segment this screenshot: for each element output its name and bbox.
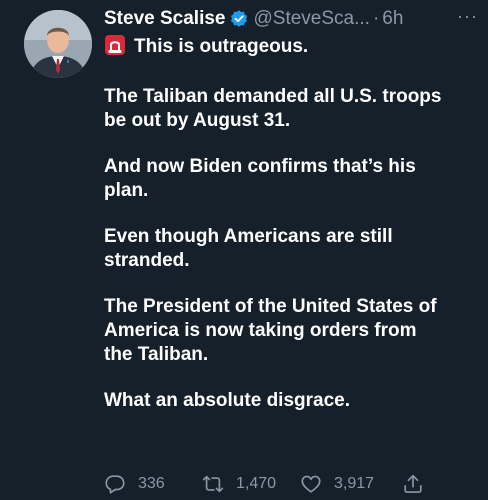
reply-count: 336 [138, 475, 165, 492]
tweet-paragraph: The President of the United States of Am… [104, 295, 480, 367]
more-options-button[interactable]: ··· [457, 6, 478, 27]
display-name[interactable]: Steve Scalise [104, 8, 225, 30]
tweet-line: Even though Americans are still [104, 226, 393, 247]
retweet-icon [202, 475, 224, 493]
tweet-header: Steve Scalise @SteveSca... · 6h ··· [104, 6, 480, 32]
tweet-first-line: This is outrageous. [104, 34, 480, 59]
tweet-line: plan. [104, 180, 149, 201]
user-handle[interactable]: @SteveSca... [253, 8, 369, 30]
tweet-text: This is outrageous. The Taliban demanded… [104, 34, 480, 435]
tweet-paragraph: Even though Americans are still stranded… [104, 225, 480, 273]
tweet-line: the Taliban. [104, 344, 209, 365]
tweet-line: What an absolute disgrace. [104, 390, 350, 411]
tweet-line: America is now taking orders from [104, 320, 417, 341]
retweet-count: 1,470 [236, 475, 277, 492]
tweet-line: be out by August 31. [104, 110, 291, 131]
share-button[interactable] [402, 473, 424, 495]
tweet-paragraph: The Taliban demanded all U.S. troops be … [104, 85, 480, 133]
retweet-button[interactable]: 1,470 [202, 473, 300, 495]
like-count: 3,917 [334, 475, 375, 492]
verified-badge-icon [231, 10, 248, 27]
tweet-line: The Taliban demanded all U.S. troops [104, 86, 442, 107]
profile-photo [24, 10, 92, 78]
tweet-line: The President of the United States of [104, 296, 437, 317]
tweet-line: And now Biden confirms that’s his [104, 156, 416, 177]
avatar[interactable] [24, 10, 92, 78]
tweet-actions: 336 1,470 3,917 [104, 472, 480, 496]
police-siren-emoji [105, 35, 125, 55]
tweet-paragraph: And now Biden confirms that’s his plan. [104, 155, 480, 203]
reply-icon [105, 475, 125, 494]
tweet-line: This is outrageous. [134, 36, 309, 57]
tweet-paragraph: What an absolute disgrace. [104, 389, 480, 413]
like-button[interactable]: 3,917 [300, 473, 402, 495]
separator-dot: · [372, 8, 380, 29]
share-icon [404, 474, 422, 493]
reply-button[interactable]: 336 [104, 473, 202, 495]
heart-icon [301, 475, 321, 493]
tweet: Steve Scalise @SteveSca... · 6h ··· This… [0, 0, 488, 500]
tweet-line: stranded. [104, 250, 190, 271]
timestamp[interactable]: 6h [382, 8, 403, 30]
